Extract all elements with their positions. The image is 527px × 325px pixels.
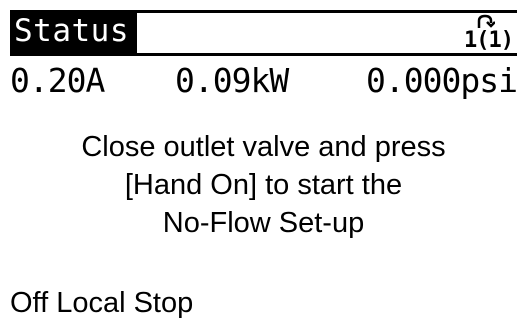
drive-status-line: Off Local Stop [10, 287, 194, 319]
lcp-display: Status 1(1) 0.20A 0.09kW 0.000psi Close … [10, 10, 518, 325]
title-top-rule [130, 10, 517, 13]
title-bottom-rule [10, 53, 517, 56]
message-line-2: [Hand On] to start the [124, 169, 403, 201]
power-readout: 0.09kW [175, 61, 289, 100]
readout-line: 0.20A 0.09kW 0.000psi [10, 60, 518, 102]
instruction-message: Close outlet valve and press [Hand On] t… [10, 128, 517, 242]
title-bar: Status 1(1) [10, 10, 517, 56]
message-line-1: Close outlet valve and press [81, 131, 446, 163]
status-title: Status [10, 10, 137, 53]
pressure-readout: 0.000psi [366, 61, 518, 100]
current-readout: 0.20A [10, 61, 105, 100]
message-line-3: No-Flow Set-up [162, 207, 365, 239]
menu-number: 1(1) [464, 28, 514, 53]
menu-indicator: 1(1) [464, 14, 514, 52]
